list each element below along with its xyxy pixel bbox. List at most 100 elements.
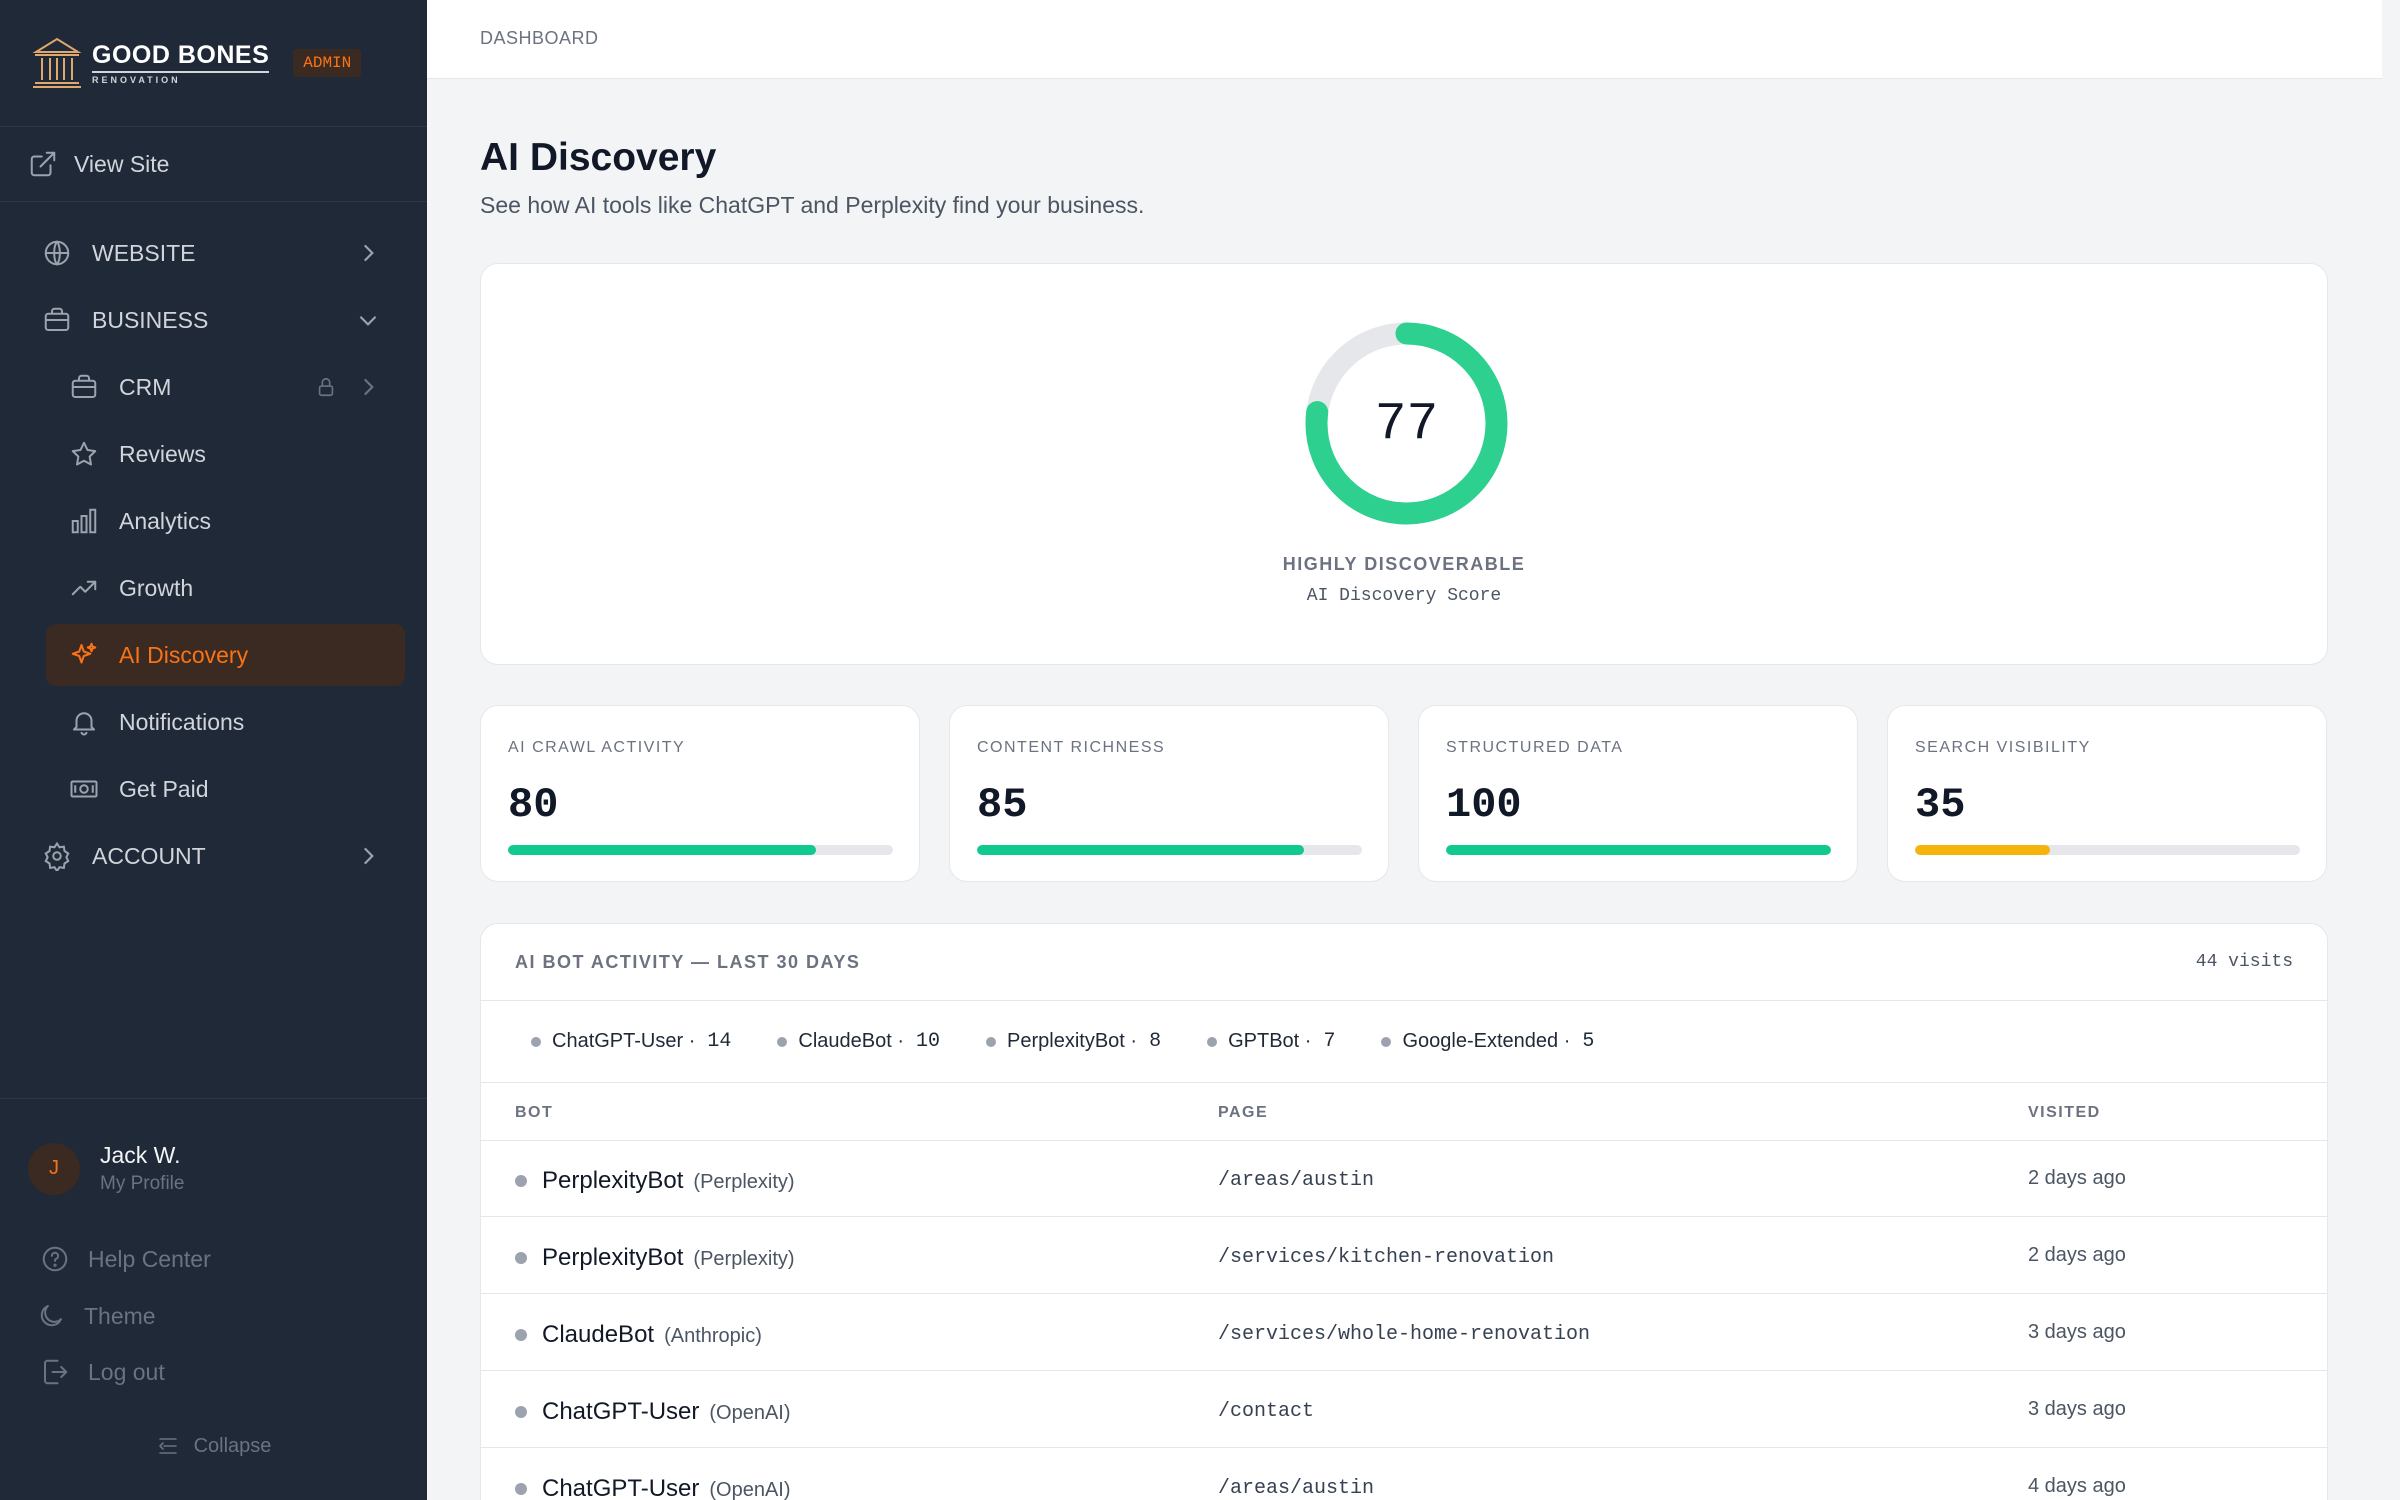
sidebar-item-label: Notifications [119, 708, 245, 735]
bot-name: PerplexityBot [542, 1167, 684, 1194]
legend-item: GPTBot · 7 [1207, 1030, 1335, 1053]
visited-time: 2 days ago [2028, 1167, 2126, 1189]
table-row: ClaudeBot (Anthropic) /services/whole-hom… [481, 1295, 2327, 1371]
legend-count: 5 [1582, 1030, 1595, 1053]
sidebar-item-crm[interactable]: CRM [46, 356, 405, 418]
legend-count: 8 [1149, 1030, 1162, 1053]
theme-toggle[interactable]: Theme [36, 1301, 156, 1331]
breadcrumb[interactable]: DASHBOARD [480, 28, 599, 49]
metric-progress-fill [1915, 845, 2050, 855]
legend-dot [1381, 1036, 1392, 1047]
bot-activity-header: AI BOT ACTIVITY — LAST 30 DAYS 44 visits [481, 924, 2327, 1001]
bot-dot [515, 1329, 527, 1341]
table-row: PerplexityBot (Perplexity) /areas/austin … [481, 1141, 2327, 1217]
page-path: /contact [1218, 1400, 1315, 1423]
sidebar-item-ai-discovery[interactable]: AI Discovery [46, 624, 405, 686]
profile-name: Jack W. [100, 1142, 181, 1168]
bot-dot [515, 1406, 527, 1418]
profile-subtitle: My Profile [100, 1173, 185, 1194]
metric-card-crawl: AI CRAWL ACTIVITY 80 [480, 705, 920, 882]
sidebar-item-analytics[interactable]: Analytics [46, 490, 405, 552]
sidebar-item-notifications[interactable]: Notifications [46, 691, 405, 753]
bot-activity-card: AI BOT ACTIVITY — LAST 30 DAYS 44 visits… [480, 923, 2328, 1500]
legend-item: PerplexityBot · 8 [986, 1030, 1161, 1053]
view-site-label: View Site [74, 150, 170, 177]
metric-value: 100 [1446, 781, 1522, 829]
collapse-icon [158, 1438, 177, 1454]
star-icon [71, 441, 97, 466]
sidebar-item-account[interactable]: ACCOUNT [22, 825, 405, 887]
column-header-visited: VISITED [2028, 1104, 2101, 1121]
sidebar-item-reviews[interactable]: Reviews [46, 423, 405, 485]
help-circle-icon [42, 1246, 68, 1272]
topbar: DASHBOARD [427, 0, 2382, 79]
bot-dot [515, 1175, 527, 1187]
bot-cell: PerplexityBot (Perplexity) [542, 1244, 795, 1272]
sidebar-item-label: AI Discovery [119, 641, 249, 668]
column-header-bot: BOT [515, 1104, 554, 1121]
metric-value: 80 [508, 781, 559, 829]
bot-name: ClaudeBot [542, 1321, 655, 1348]
bot-cell: ChatGPT-User (OpenAI) [542, 1475, 791, 1500]
money-icon [70, 780, 98, 798]
trending-up-icon [71, 580, 97, 596]
bot-org: (Anthropic) [664, 1325, 762, 1347]
page-path: /areas/austin [1218, 1477, 1375, 1500]
theme-label: Theme [84, 1302, 156, 1329]
logo-title: GOOD BONES [92, 41, 270, 73]
briefcase-icon [71, 374, 97, 398]
legend-name: ChatGPT-User · [552, 1030, 696, 1052]
collapse-button[interactable]: Collapse [0, 1434, 427, 1458]
legend-dot [531, 1036, 541, 1047]
legend-item: ClaudeBot · 10 [777, 1030, 940, 1053]
sidebar-item-website[interactable]: WEBSITE [22, 222, 405, 284]
metric-progress-fill [1446, 845, 1831, 855]
legend-dot [1207, 1036, 1218, 1047]
profile-text: Jack W. My Profile [100, 1142, 184, 1195]
external-link-icon [30, 151, 56, 177]
metric-label: AI CRAWL ACTIVITY [508, 739, 686, 756]
logo-icon [32, 37, 82, 88]
logout-icon [44, 1359, 68, 1385]
table-row: ChatGPT-User (OpenAI) /areas/austin 4 day… [481, 1449, 2327, 1500]
logout-label: Log out [88, 1358, 165, 1385]
logo-area: GOOD BONES RENOVATION ADMIN [0, 0, 427, 127]
help-center-link[interactable]: Help Center [40, 1244, 211, 1274]
bot-name: ChatGPT-User [542, 1398, 700, 1425]
bot-cell: ClaudeBot (Anthropic) [542, 1321, 762, 1349]
column-header-page: PAGE [1218, 1104, 1269, 1121]
page-path: /services/whole-home-renovation [1218, 1323, 1591, 1346]
avatar: J [28, 1142, 80, 1195]
visit-count: 44 visits [2195, 952, 2293, 972]
bar-chart-icon [71, 508, 97, 534]
sidebar-item-growth[interactable]: Growth [46, 557, 405, 619]
moon-icon [40, 1305, 62, 1327]
sidebar-item-label: Analytics [119, 507, 212, 534]
chevron-right-icon [363, 847, 374, 865]
table-row: ChatGPT-User (OpenAI) /contact 3 days ago [481, 1372, 2327, 1448]
bot-org: (OpenAI) [709, 1479, 791, 1500]
sidebar-item-business[interactable]: BUSINESS [22, 289, 405, 351]
score-value: 77 [1374, 393, 1439, 454]
bot-name: ChatGPT-User [542, 1475, 700, 1500]
bot-activity-title: AI BOT ACTIVITY — LAST 30 DAYS [515, 952, 861, 972]
table-row: PerplexityBot (Perplexity) /services/kitc… [481, 1218, 2327, 1294]
legend-item: ChatGPT-User · 14 [531, 1030, 731, 1053]
legend-name: GPTBot · [1228, 1030, 1312, 1052]
sidebar-item-get-paid[interactable]: Get Paid [46, 758, 405, 820]
chevron-right-icon [363, 244, 374, 262]
logo-text: GOOD BONES RENOVATION [92, 41, 270, 85]
legend-name: Google-Extended · [1402, 1030, 1571, 1052]
bell-icon [73, 712, 95, 736]
metric-progress-track [977, 845, 1362, 855]
bot-cell: PerplexityBot (Perplexity) [542, 1167, 795, 1195]
legend-item: Google-Extended · 5 [1381, 1030, 1594, 1053]
score-subtitle: AI Discovery Score [1306, 586, 1502, 606]
metric-progress-track [508, 845, 893, 855]
view-site-link[interactable]: View Site [0, 127, 427, 202]
logout-button[interactable]: Log out [40, 1357, 165, 1387]
profile-link[interactable]: J Jack W. My Profile [28, 1142, 184, 1195]
sidebar: GOOD BONES RENOVATION ADMIN View Site WE… [0, 0, 427, 1500]
legend-count: 14 [707, 1030, 732, 1053]
briefcase-icon [44, 307, 70, 331]
